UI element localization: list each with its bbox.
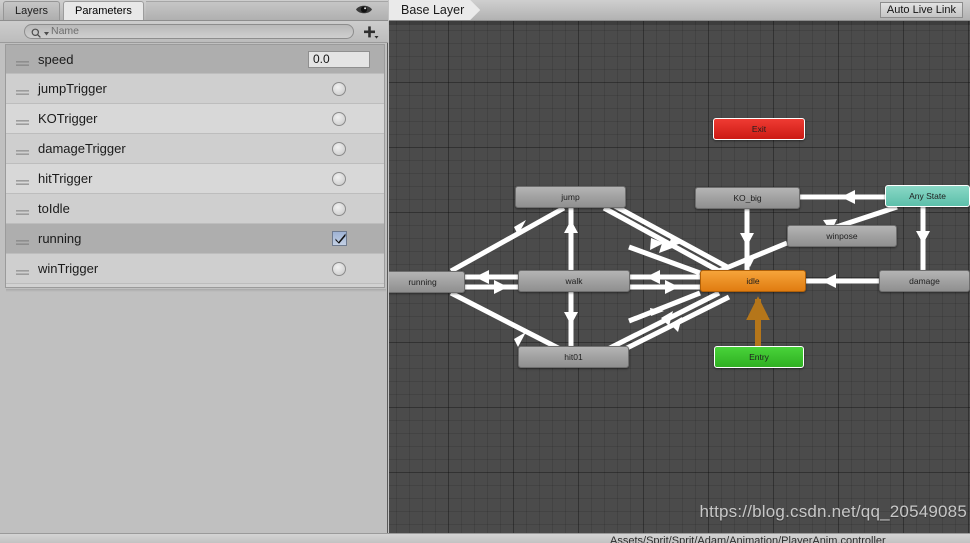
state-node-label: winpose [826,231,857,241]
parameters-panel: Layers Parameters [0,0,388,543]
state-node-label: jump [561,192,579,202]
trigger-radio-damageTrigger[interactable] [332,142,346,156]
state-node-label: Entry [749,352,769,362]
auto-live-link-button[interactable]: Auto Live Link [880,2,963,18]
tabbar-filler [146,1,388,20]
state-node-label: Exit [752,124,766,134]
drag-handle-icon[interactable] [16,114,29,123]
add-parameter-button[interactable] [360,24,380,40]
breadcrumb-base-layer[interactable]: Base Layer [389,0,480,20]
tab-layers-label: Layers [15,5,48,17]
auto-live-link-label: Auto Live Link [887,4,956,16]
tab-parameters-label: Parameters [75,5,132,17]
state-machine-canvas[interactable]: Exit KO_big Any State jump winpose runni… [389,21,970,534]
state-node-ko-big[interactable]: KO_big [695,187,800,209]
search-icon [31,26,42,37]
state-node-label: idle [746,276,759,286]
drag-handle-icon[interactable] [16,55,29,64]
drag-handle-icon[interactable] [16,84,29,93]
chevron-down-icon[interactable] [43,26,50,37]
animator-window: Layers Parameters [0,0,970,543]
state-node-walk[interactable]: walk [518,270,630,292]
search-input[interactable]: Name [24,24,354,39]
trigger-radio-hitTrigger[interactable] [332,172,346,186]
state-node-label: hit01 [564,352,582,362]
parameters-list[interactable]: speed 0.0 jumpTrigger KOTrigger [5,44,385,288]
drag-handle-icon[interactable] [16,144,29,153]
drag-handle-icon[interactable] [16,234,29,243]
parameter-name: winTrigger [38,261,332,276]
parameter-row-winTrigger[interactable]: winTrigger [6,254,384,284]
tab-parameters[interactable]: Parameters [63,1,144,20]
watermark-text: https://blog.csdn.net/qq_20549085 [700,502,967,522]
status-bar: Assets/Sprit/Sprit/Adam/Animation/Player… [0,533,970,543]
animator-graph-panel: Base Layer Auto Live Link [389,0,970,543]
panel-divider [6,289,386,292]
status-bar-text: Assets/Sprit/Sprit/Adam/Animation/Player… [610,535,886,543]
parameter-name: KOTrigger [38,111,332,126]
state-node-running[interactable]: running [389,271,465,293]
state-node-hit01[interactable]: hit01 [518,346,629,368]
panel-empty-area [1,289,387,543]
drag-handle-icon[interactable] [16,204,29,213]
trigger-radio-winTrigger[interactable] [332,262,346,276]
state-node-winpose[interactable]: winpose [787,225,897,247]
parameter-name: hitTrigger [38,171,332,186]
state-node-idle[interactable]: idle [700,270,806,292]
state-node-entry[interactable]: Entry [714,346,804,368]
parameter-value-field-speed[interactable]: 0.0 [308,51,370,68]
parameter-row-speed[interactable]: speed 0.0 [6,45,384,74]
parameter-name: speed [38,52,308,67]
parameter-row-hitTrigger[interactable]: hitTrigger [6,164,384,194]
parameter-name: jumpTrigger [38,81,332,96]
breadcrumb-label: Base Layer [401,3,464,17]
parameter-name: toIdle [38,201,332,216]
parameter-row-damageTrigger[interactable]: damageTrigger [6,134,384,164]
panel-tabbar: Layers Parameters [0,0,388,21]
drag-handle-icon[interactable] [16,174,29,183]
search-row: Name [0,21,388,43]
state-node-label: damage [909,276,940,286]
bool-checkbox-running[interactable] [332,231,347,246]
breadcrumb: Base Layer Auto Live Link [389,0,970,21]
state-node-label: KO_big [733,193,761,203]
drag-handle-icon[interactable] [16,264,29,273]
trigger-radio-toIdle[interactable] [332,202,346,216]
parameter-name: damageTrigger [38,141,332,156]
search-placeholder: Name [51,26,79,37]
state-node-jump[interactable]: jump [515,186,626,208]
tab-layers[interactable]: Layers [3,1,60,20]
state-node-exit[interactable]: Exit [713,118,805,140]
state-node-label: running [408,277,436,287]
state-node-any-state[interactable]: Any State [885,185,970,207]
state-node-label: Any State [909,191,946,201]
parameter-row-running[interactable]: running [6,224,384,254]
state-node-damage[interactable]: damage [879,270,970,292]
state-node-label: walk [565,276,582,286]
trigger-radio-KOTrigger[interactable] [332,112,346,126]
eye-icon[interactable] [355,3,373,16]
parameter-row-KOTrigger[interactable]: KOTrigger [6,104,384,134]
parameter-row-toIdle[interactable]: toIdle [6,194,384,224]
parameter-row-jumpTrigger[interactable]: jumpTrigger [6,74,384,104]
parameter-name: running [38,231,332,246]
trigger-radio-jumpTrigger[interactable] [332,82,346,96]
